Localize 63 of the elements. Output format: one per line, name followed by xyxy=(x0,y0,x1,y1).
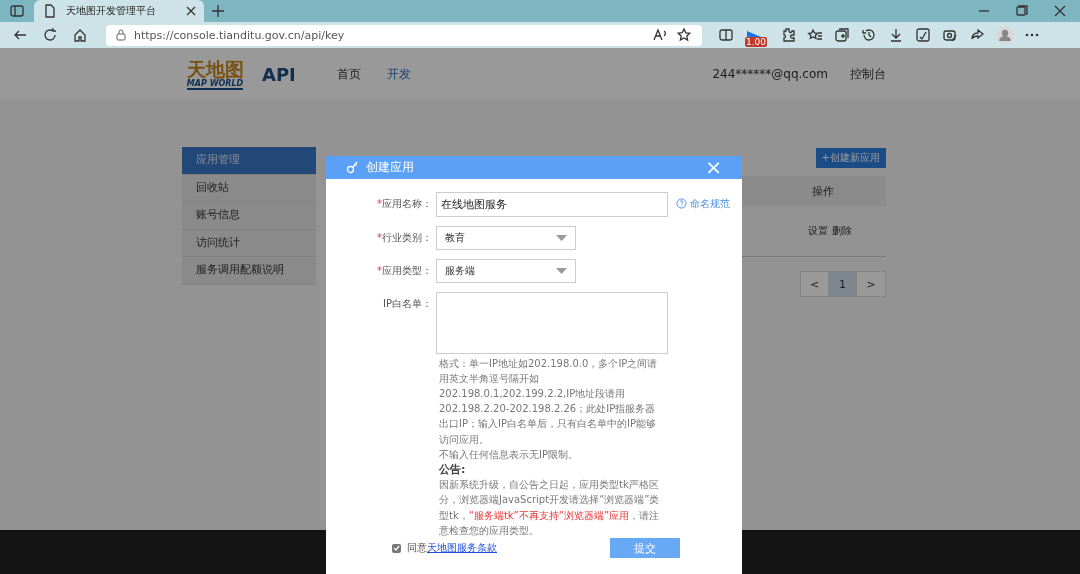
user-account[interactable]: 244******@qq.com xyxy=(712,67,828,81)
page-button[interactable]: 1 xyxy=(829,272,857,296)
notice-heading: 公告: xyxy=(439,462,467,478)
more-icon[interactable] xyxy=(1025,33,1039,37)
agree-label: 同意天地图服务条款 xyxy=(407,541,497,555)
favorites-icon[interactable] xyxy=(807,27,823,43)
screenshot-icon[interactable] xyxy=(942,27,958,43)
notice-text: 因新系统升级，自公告之日起，应用类型tk严格区分，浏览器端JavaScript开发请选择“浏览器端”类型tk，“服务端tk”不再支持“浏览器端”应用，请注意检查您的应用类型。 xyxy=(439,478,661,538)
help-icon xyxy=(676,198,687,210)
agree-checkbox[interactable] xyxy=(392,543,401,553)
close-icon[interactable] xyxy=(1052,3,1068,19)
site-logo[interactable]: 天地图 MAP WORLD xyxy=(182,58,248,90)
lock-icon xyxy=(116,29,126,41)
action-link[interactable]: 删除 xyxy=(832,224,852,238)
split-screen-icon[interactable] xyxy=(718,27,734,43)
tab-actions-icon[interactable] xyxy=(9,3,25,19)
select-field[interactable]: 服务端 xyxy=(436,258,576,283)
math-solver-icon[interactable] xyxy=(915,27,931,43)
download-icon[interactable] xyxy=(888,27,904,43)
add-favorite-icon[interactable] xyxy=(676,27,692,43)
history-icon[interactable] xyxy=(861,27,877,43)
field-label: IP白名单： xyxy=(382,296,433,311)
format-note: 格式：单一IP地址如202.198.0.0，多个IP之间请用英文半角逗号隔开如202.198.0.1,202.199.2.2,IP地址段请用202.198.2.20-202.198.2.26；此处IP指服务器出口IP；输入IP白名单后，只有白名单中的IP能够访问应用。 xyxy=(439,356,659,447)
close-icon[interactable] xyxy=(186,6,196,16)
sidebar-item[interactable]: 账号信息 xyxy=(182,202,316,230)
action-link[interactable]: 设置 xyxy=(808,224,828,238)
collections-icon[interactable] xyxy=(834,27,850,43)
dialog-title: 创建应用 xyxy=(366,158,415,176)
terms-link[interactable]: 天地图服务条款 xyxy=(427,542,497,553)
field-label: *应用名称： xyxy=(376,196,433,211)
product-name: API xyxy=(262,63,296,85)
naming-rules-link[interactable]: 命名规范 xyxy=(676,191,730,216)
sidebar-item[interactable]: 回收站 xyxy=(182,174,316,202)
format-note: 不输入任何信息表示无IP限制。 xyxy=(439,447,579,462)
sidebar-item[interactable]: 服务调用配额说明 xyxy=(182,257,316,285)
field-label: *应用类型： xyxy=(376,263,433,278)
url-text: https://console.tianditu.gov.cn/api/key xyxy=(134,28,346,42)
nav-link[interactable]: 首页 xyxy=(336,65,361,83)
address-bar[interactable]: https://console.tianditu.gov.cn/api/key xyxy=(106,24,702,46)
nav-link[interactable]: 开发 xyxy=(386,65,411,83)
restore-icon[interactable] xyxy=(1014,3,1030,19)
sidebar-item[interactable]: 访问统计 xyxy=(182,229,316,257)
app-name-field[interactable]: 在线地图服务 xyxy=(436,191,668,217)
sidebar-item[interactable]: 应用管理 xyxy=(182,147,316,175)
tab-title: 天地图开发管理平台 xyxy=(66,4,157,18)
dropdown-caret-icon xyxy=(556,234,567,241)
extensions-icon[interactable] xyxy=(780,27,796,43)
home-icon[interactable] xyxy=(72,27,88,43)
refresh-icon[interactable] xyxy=(42,27,58,43)
extension-badge[interactable]: 1.00 xyxy=(745,25,769,45)
profile-avatar[interactable] xyxy=(996,26,1014,44)
column-header: 操作 xyxy=(812,183,834,199)
ip-whitelist-field[interactable] xyxy=(436,291,668,354)
dropdown-caret-icon xyxy=(556,267,567,274)
select-field[interactable]: 教育 xyxy=(436,225,576,250)
read-aloud-icon[interactable] xyxy=(652,27,668,43)
plus-icon[interactable] xyxy=(210,3,226,19)
field-label: *行业类别： xyxy=(376,230,433,245)
browser-tab[interactable]: 天地图开发管理平台 xyxy=(34,0,204,22)
console-link[interactable]: 控制台 xyxy=(850,65,886,83)
page-icon[interactable] xyxy=(42,3,58,19)
key-icon xyxy=(346,160,358,175)
create-app-button[interactable]: +创建新应用 xyxy=(815,148,886,168)
